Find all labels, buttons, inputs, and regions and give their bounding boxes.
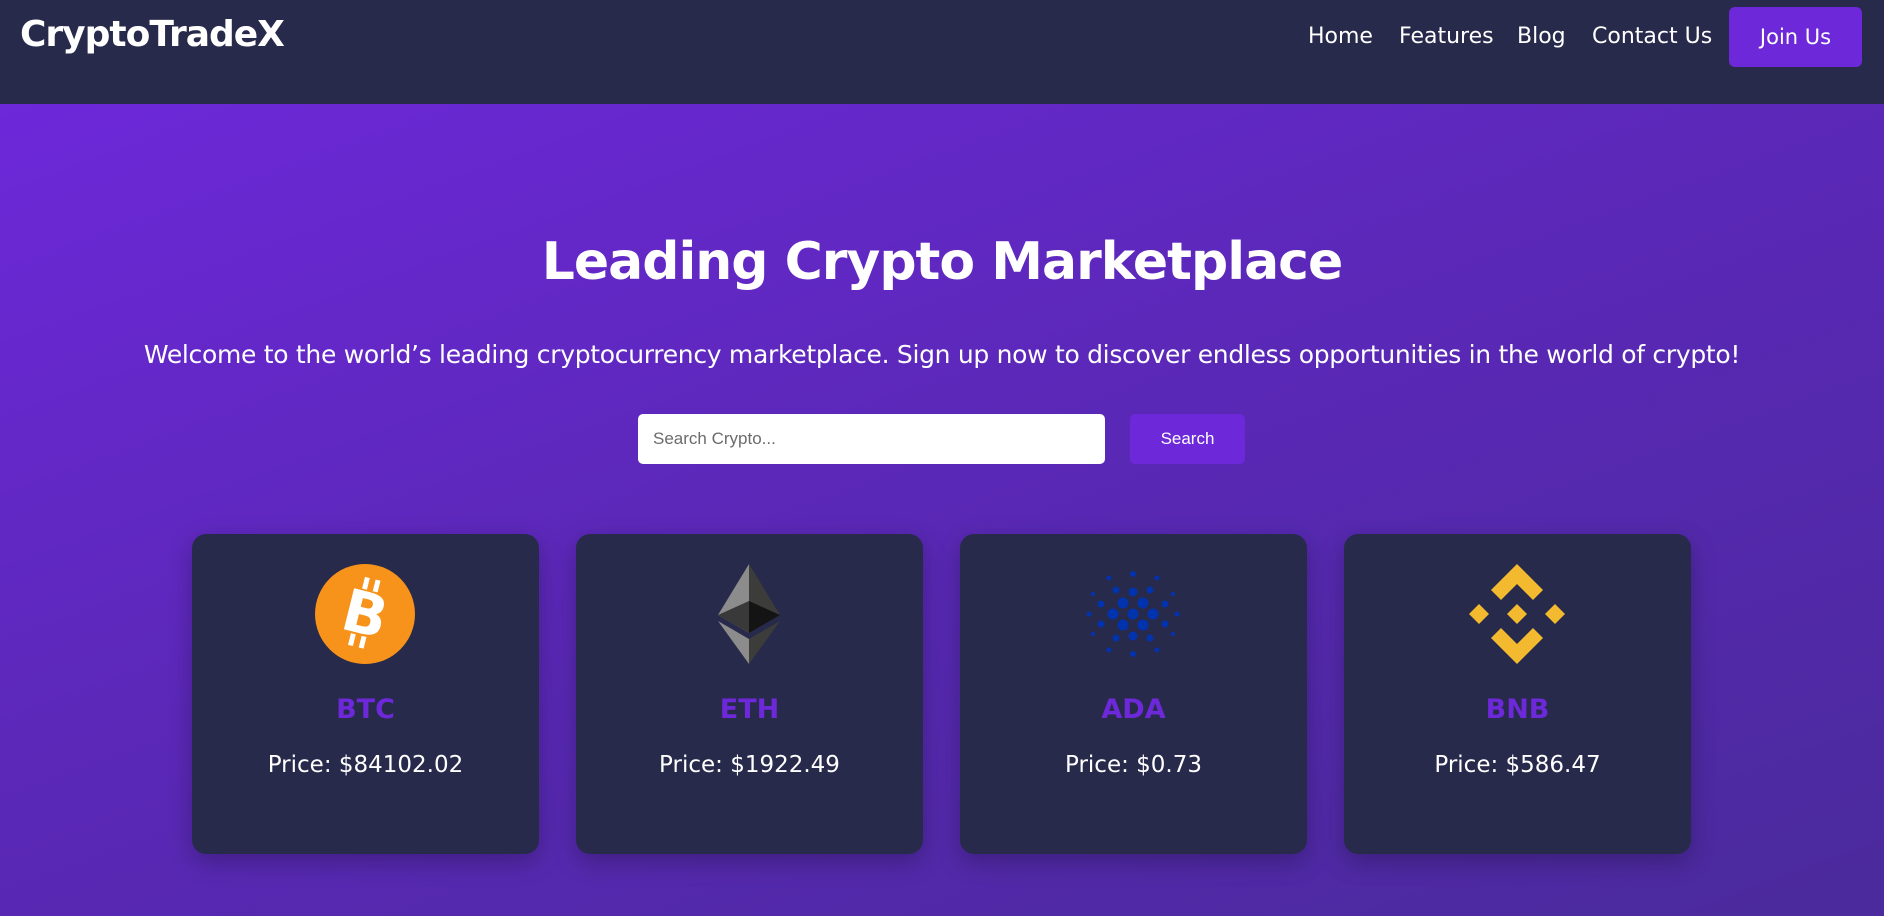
coin-symbol: BNB	[1485, 694, 1550, 725]
bitcoin-icon: B	[315, 564, 415, 664]
coin-symbol: BTC	[336, 694, 395, 725]
search-input[interactable]	[638, 414, 1105, 464]
cardano-icon	[1086, 571, 1180, 657]
binance-icon	[1469, 564, 1565, 664]
coin-price: Price: $586.47	[1434, 752, 1601, 778]
coin-price: Price: $1922.49	[659, 752, 840, 778]
hero-title: Leading Crypto Marketplace	[541, 232, 1344, 292]
crypto-card-bnb[interactable]: BNB Price: $586.47	[1344, 534, 1691, 854]
crypto-card-btc[interactable]: B BTC Price: $84102.02	[192, 534, 539, 854]
coin-price: Price: $84102.02	[267, 752, 464, 778]
site-logo[interactable]: CryptoTradeX	[20, 14, 285, 55]
top-navbar: CryptoTradeX Home Features Blog Contact …	[0, 0, 1884, 104]
search-button[interactable]: Search	[1130, 414, 1245, 464]
nav-link-blog[interactable]: Blog	[1517, 24, 1566, 49]
coin-price: Price: $0.73	[1064, 752, 1202, 778]
coin-symbol: ETH	[719, 694, 780, 725]
crypto-card-ada[interactable]: ADA Price: $0.73	[960, 534, 1307, 854]
join-us-button[interactable]: Join Us	[1729, 7, 1862, 67]
hero-subtitle: Welcome to the world’s leading cryptocur…	[143, 340, 1741, 369]
crypto-card-eth[interactable]: ETH Price: $1922.49	[576, 534, 923, 854]
nav-link-home[interactable]: Home	[1308, 24, 1373, 49]
coin-symbol: ADA	[1101, 694, 1166, 725]
nav-link-features[interactable]: Features	[1399, 24, 1494, 49]
nav-link-contact-us[interactable]: Contact Us	[1592, 24, 1712, 49]
ethereum-icon	[718, 564, 780, 664]
